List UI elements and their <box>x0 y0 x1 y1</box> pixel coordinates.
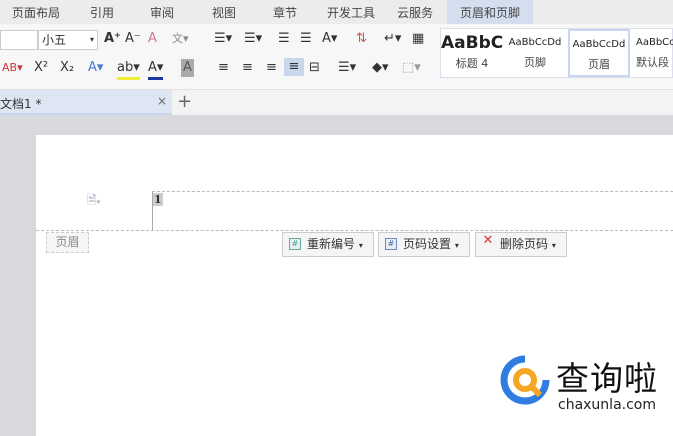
shrink-font-icon[interactable]: A⁻ <box>125 30 141 48</box>
header-options-icon[interactable]: 🗎▾ <box>87 191 100 212</box>
sort-icon[interactable]: ⇅ <box>356 30 367 48</box>
tab-cloud[interactable]: 云服务 <box>397 4 433 21</box>
header-bottom-line <box>36 230 673 231</box>
delete-page-number-label: 删除页码 <box>500 237 549 251</box>
close-icon[interactable]: × <box>157 94 167 108</box>
highlight-icon[interactable]: ab▾ <box>117 59 140 80</box>
distributed-icon[interactable]: ⊟ <box>309 59 320 77</box>
watermark-logo <box>500 355 550 405</box>
tab-chapter[interactable]: 章节 <box>273 4 297 21</box>
char-shading-icon[interactable]: A <box>181 59 194 77</box>
chevron-down-icon: ▾ <box>89 35 94 44</box>
header-label: 页眉 <box>46 232 89 253</box>
style-gallery: AaBbC 标题 4 AaBbCcDd 页脚 AaBbCcDd 页眉 AaBbCc 默认… <box>440 28 673 78</box>
tab-review[interactable]: 审阅 <box>150 4 174 21</box>
table-icon[interactable]: ▦ <box>412 30 424 48</box>
align-right-icon[interactable]: ≡ <box>266 59 277 77</box>
page-number-field[interactable]: 1 <box>153 193 163 206</box>
tab-view[interactable]: 视图 <box>212 4 236 21</box>
style-default-paragraph[interactable]: AaBbCc 默认段 <box>631 29 673 77</box>
align-left-icon[interactable]: ≡ <box>218 59 229 77</box>
line-spacing-icon[interactable]: ☰▾ <box>338 59 356 77</box>
menu-bar: 页面布局 引用 审阅 视图 章节 开发工具 云服务 页眉和页脚 <box>0 0 673 24</box>
shading-icon[interactable]: ◆▾ <box>372 59 389 77</box>
align-center-icon[interactable]: ≡ <box>242 59 253 77</box>
borders-icon[interactable]: ⬚▾ <box>402 59 421 77</box>
ribbon: 小五 ▾ A⁺ A⁻ A 文▾ ☰▾ ☰▾ ☰ ☰ A▾ ⇅ ↵▾ ▦ AB▾ X… <box>0 24 673 90</box>
superscript-icon[interactable]: X² <box>34 59 48 77</box>
renumber-label: 重新编号 <box>307 237 356 251</box>
text-effect-icon[interactable]: A▾ <box>88 59 103 77</box>
document-tab-title: 文档1 * <box>0 97 42 111</box>
tab-references[interactable]: 引用 <box>90 4 114 21</box>
watermark-url: chaxunla.com <box>558 397 656 413</box>
decrease-indent-icon[interactable]: ☰ <box>278 30 290 48</box>
tab-header-footer[interactable]: 页眉和页脚 <box>447 0 534 24</box>
font-color-icon[interactable]: A▾ <box>148 59 164 80</box>
style-footer[interactable]: AaBbCcDd 页脚 <box>503 29 567 77</box>
header-top-line <box>152 191 673 192</box>
clear-format-icon[interactable]: A <box>148 30 157 48</box>
delete-page-number-button[interactable]: ✕ 删除页码 ▾ <box>475 232 567 257</box>
new-tab-button[interactable]: + <box>177 91 192 112</box>
page-number-icon: # <box>385 238 397 250</box>
chevron-down-icon: ▾ <box>454 241 459 250</box>
watermark-title: 查询啦 <box>556 359 658 398</box>
style-header[interactable]: AaBbCcDd 页眉 <box>568 29 630 77</box>
page-number-settings-label: 页码设置 <box>403 237 452 251</box>
renumber-button[interactable]: # 重新编号 ▾ <box>282 232 374 257</box>
renumber-icon: # <box>289 238 301 250</box>
font-size-value: 小五 <box>42 33 67 47</box>
increase-indent-icon[interactable]: ☰ <box>300 30 312 48</box>
numbering-icon[interactable]: ☰▾ <box>244 30 262 48</box>
font-size-dropdown[interactable]: 小五 ▾ <box>38 30 98 50</box>
grow-font-icon[interactable]: A⁺ <box>104 30 121 48</box>
justify-icon[interactable]: ≡ <box>284 58 304 76</box>
phonetic-icon[interactable]: 文▾ <box>172 30 189 48</box>
chevron-down-icon: ▾ <box>551 241 556 250</box>
tab-developer[interactable]: 开发工具 <box>327 4 375 21</box>
char-scale-icon[interactable]: A▾ <box>322 30 337 48</box>
page-number-settings-button[interactable]: # 页码设置 ▾ <box>378 232 470 257</box>
font-name-dropdown[interactable] <box>0 30 38 50</box>
document-tab[interactable]: 文档1 * × <box>0 90 172 115</box>
logo-icon <box>500 355 550 405</box>
paragraph-mark-icon[interactable]: ↵▾ <box>384 30 401 48</box>
strikethrough-icon[interactable]: AB▾ <box>2 59 23 77</box>
subscript-icon[interactable]: X₂ <box>60 59 74 77</box>
chevron-down-icon: ▾ <box>358 241 363 250</box>
style-heading4[interactable]: AaBbC 标题 4 <box>441 29 503 77</box>
bullets-icon[interactable]: ☰▾ <box>214 30 232 48</box>
delete-icon: ✕ <box>482 233 494 248</box>
tab-page-layout[interactable]: 页面布局 <box>12 4 60 21</box>
